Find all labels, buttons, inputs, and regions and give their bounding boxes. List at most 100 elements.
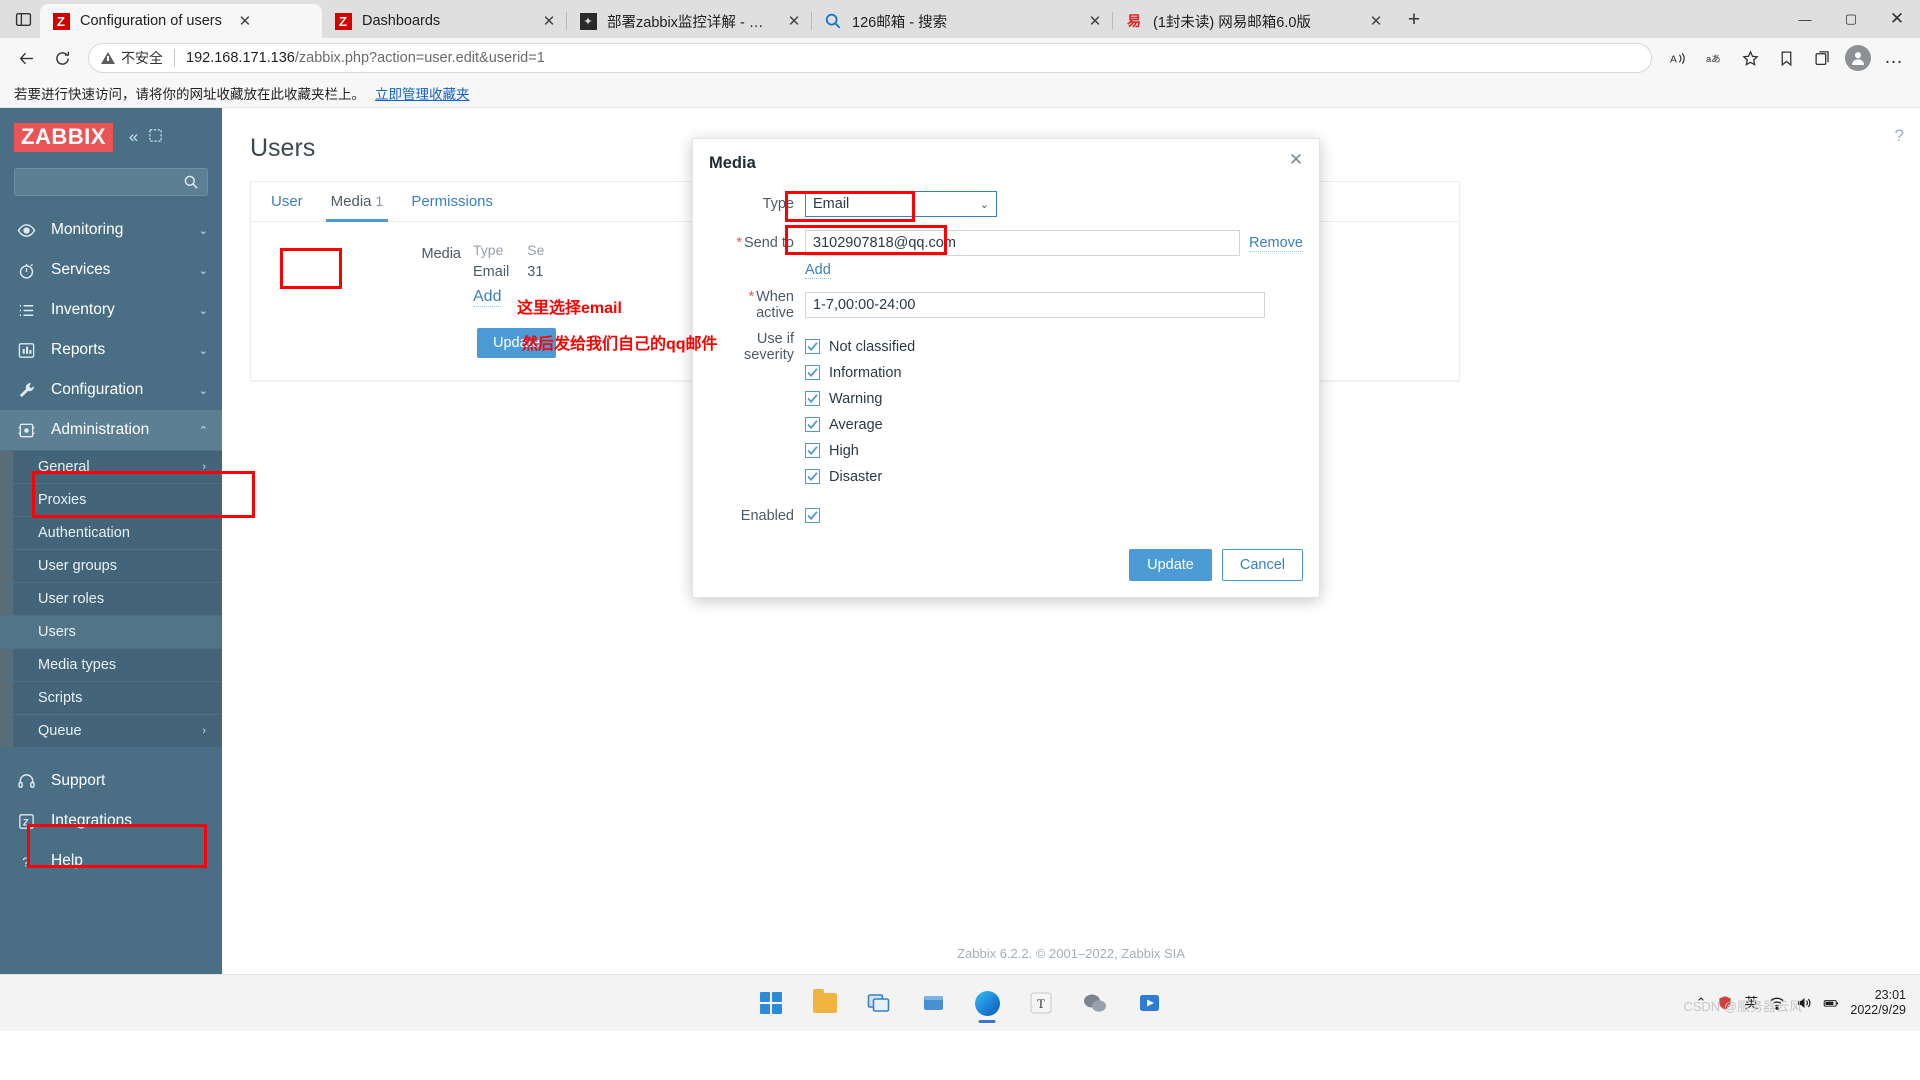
wechat-app-button[interactable] xyxy=(1073,981,1117,1025)
sidebar-item-general[interactable]: General › xyxy=(0,450,222,483)
manage-favorites-link[interactable]: 立即管理收藏夹 xyxy=(375,83,470,103)
browser-tab-3[interactable]: 126邮箱 - 搜索 ✕ xyxy=(812,4,1112,38)
tab-permissions[interactable]: Permissions xyxy=(399,183,505,221)
svg-text:aあ: aあ xyxy=(1706,53,1721,63)
browser-toolbar: 不安全 192.168.171.136/zabbix.php?action=us… xyxy=(0,38,1920,78)
severity-item-label: Disaster xyxy=(829,468,883,485)
severity-row-1: Information xyxy=(709,360,1303,385)
close-icon[interactable]: ✕ xyxy=(1086,12,1104,30)
new-tab-button[interactable]: + xyxy=(1399,5,1429,35)
add-media-link[interactable]: Add xyxy=(473,288,502,307)
taskbar-clock[interactable]: 23:01 2022/9/29 xyxy=(1850,988,1912,1018)
sidebar-item-label: Help xyxy=(51,852,83,869)
when-active-row: * When active 1-7,00:00-24:00 xyxy=(709,289,1303,321)
text-icon: T xyxy=(1030,992,1052,1014)
collections-icon[interactable] xyxy=(1806,42,1838,74)
add-favorite-icon[interactable] xyxy=(1734,42,1766,74)
sidebar-item-label: Support xyxy=(51,772,106,789)
sidebar-item-inventory[interactable]: Inventory ⌄ xyxy=(0,290,222,330)
checkbox-high[interactable] xyxy=(805,443,820,458)
annotation-sendto: 然后发给我们自己的qq邮件 xyxy=(522,336,718,353)
column-header-type: Type xyxy=(473,242,504,258)
checkbox-average[interactable] xyxy=(805,417,820,432)
browser-tab-1[interactable]: Z Dashboards ✕ xyxy=(322,4,566,38)
sidebar-search-input[interactable] xyxy=(14,168,208,196)
tab-user[interactable]: User xyxy=(259,183,315,221)
when-active-input[interactable]: 1-7,00:00-24:00 xyxy=(805,292,1265,318)
security-warning[interactable]: 不安全 xyxy=(101,48,163,68)
maximize-button[interactable]: ▢ xyxy=(1828,0,1874,38)
task-view-button[interactable] xyxy=(857,981,901,1025)
store-button[interactable] xyxy=(911,981,955,1025)
chevron-right-icon: › xyxy=(202,725,206,737)
sidebar-item-services[interactable]: Services ⌄ xyxy=(0,250,222,290)
sidebar-item-integrations[interactable]: Z Integrations xyxy=(0,801,222,841)
translate-icon[interactable]: aあ xyxy=(1698,42,1730,74)
sidebar-item-administration[interactable]: Administration ⌃ xyxy=(0,410,222,450)
severity-item-label: Information xyxy=(829,364,902,381)
media-modal: Media ✕ Type Email ⌄ * Send to 310290781… xyxy=(692,138,1320,598)
checkbox-warning[interactable] xyxy=(805,391,820,406)
file-explorer-button[interactable] xyxy=(803,981,847,1025)
sidebar-item-scripts[interactable]: Scripts xyxy=(0,681,222,714)
close-icon[interactable]: ✕ xyxy=(1367,12,1385,30)
severity-label: Use if severity xyxy=(744,330,794,363)
profile-avatar[interactable] xyxy=(1842,42,1874,74)
tab-search-icon[interactable] xyxy=(6,2,40,36)
sidebar-item-users[interactable]: Users xyxy=(0,615,222,648)
sidebar-item-monitoring[interactable]: Monitoring ⌄ xyxy=(0,210,222,250)
zabbix-logo[interactable]: ZABBIX xyxy=(14,122,113,152)
reload-button[interactable] xyxy=(46,42,78,74)
browser-tab-0[interactable]: Z Configuration of users ✕ xyxy=(40,4,322,38)
sidebar-item-configuration[interactable]: Configuration ⌄ xyxy=(0,370,222,410)
severity-item-label: Not classified xyxy=(829,338,916,355)
tab-label: Permissions xyxy=(411,192,494,210)
close-window-button[interactable]: ✕ xyxy=(1874,0,1920,38)
sidebar-item-user-roles[interactable]: User roles xyxy=(0,582,222,615)
tab-media[interactable]: Media 1 xyxy=(319,183,396,222)
checkbox-disaster[interactable] xyxy=(805,469,820,484)
close-icon[interactable]: ✕ xyxy=(540,12,558,30)
remove-sendto-link[interactable]: Remove xyxy=(1249,235,1303,252)
browser-tab-4[interactable]: 易 (1封未读) 网易邮箱6.0版 ✕ xyxy=(1113,4,1393,38)
help-icon[interactable]: ? xyxy=(1895,126,1904,146)
add-sendto-link[interactable]: Add xyxy=(805,262,831,279)
favorites-icon[interactable] xyxy=(1770,42,1802,74)
close-icon[interactable]: ✕ xyxy=(236,12,254,30)
sidebar-item-help[interactable]: ? Help xyxy=(0,841,222,881)
sidebar-item-proxies[interactable]: Proxies xyxy=(0,483,222,516)
battery-icon[interactable] xyxy=(1823,995,1839,1011)
start-button[interactable] xyxy=(749,981,793,1025)
back-button[interactable] xyxy=(10,42,42,74)
sidebar-item-reports[interactable]: Reports ⌄ xyxy=(0,330,222,370)
edge-browser-button[interactable] xyxy=(965,981,1009,1025)
text-app-button[interactable]: T xyxy=(1019,981,1063,1025)
app-page: ZABBIX « Monitoring ⌄ Services ⌄ Invento… xyxy=(0,108,1920,1031)
modal-cancel-button[interactable]: Cancel xyxy=(1221,549,1303,581)
sidebar-item-user-groups[interactable]: User groups xyxy=(0,549,222,582)
sidebar-item-media-types[interactable]: Media types xyxy=(0,648,222,681)
modal-update-button[interactable]: Update xyxy=(1129,549,1212,581)
read-aloud-icon[interactable]: A xyxy=(1662,42,1694,74)
sidebar-expand-icon[interactable] xyxy=(148,128,163,146)
checkbox-information[interactable] xyxy=(805,365,820,380)
more-settings-icon[interactable]: … xyxy=(1878,42,1910,74)
close-icon[interactable]: ✕ xyxy=(785,12,803,30)
type-select[interactable]: Email ⌄ xyxy=(805,191,997,217)
sendto-input[interactable]: 3102907818@qq.com xyxy=(805,230,1240,256)
browser-tab-2[interactable]: ✦ 部署zabbix监控详解 - 玄凌道人 ✕ xyxy=(567,4,811,38)
when-active-value: 1-7,00:00-24:00 xyxy=(813,297,916,313)
sidebar-collapse-button[interactable]: « xyxy=(129,127,138,147)
required-asterisk: * xyxy=(748,289,755,305)
address-bar[interactable]: 不安全 192.168.171.136/zabbix.php?action=us… xyxy=(88,43,1652,73)
clock-time: 23:01 xyxy=(1874,988,1906,1002)
media-player-button[interactable] xyxy=(1127,981,1171,1025)
sidebar-item-authentication[interactable]: Authentication xyxy=(0,516,222,549)
close-icon[interactable]: ✕ xyxy=(1285,149,1307,171)
minimize-button[interactable]: — xyxy=(1782,0,1828,38)
bookmark-hint-text: 若要进行快速访问，请将你的网址收藏放在此收藏夹栏上。 xyxy=(14,86,365,102)
sidebar-item-queue[interactable]: Queue › xyxy=(0,714,222,747)
sidebar-item-support[interactable]: Support xyxy=(0,761,222,801)
checkbox-enabled[interactable] xyxy=(805,508,820,523)
checkbox-not-classified[interactable] xyxy=(805,339,820,354)
